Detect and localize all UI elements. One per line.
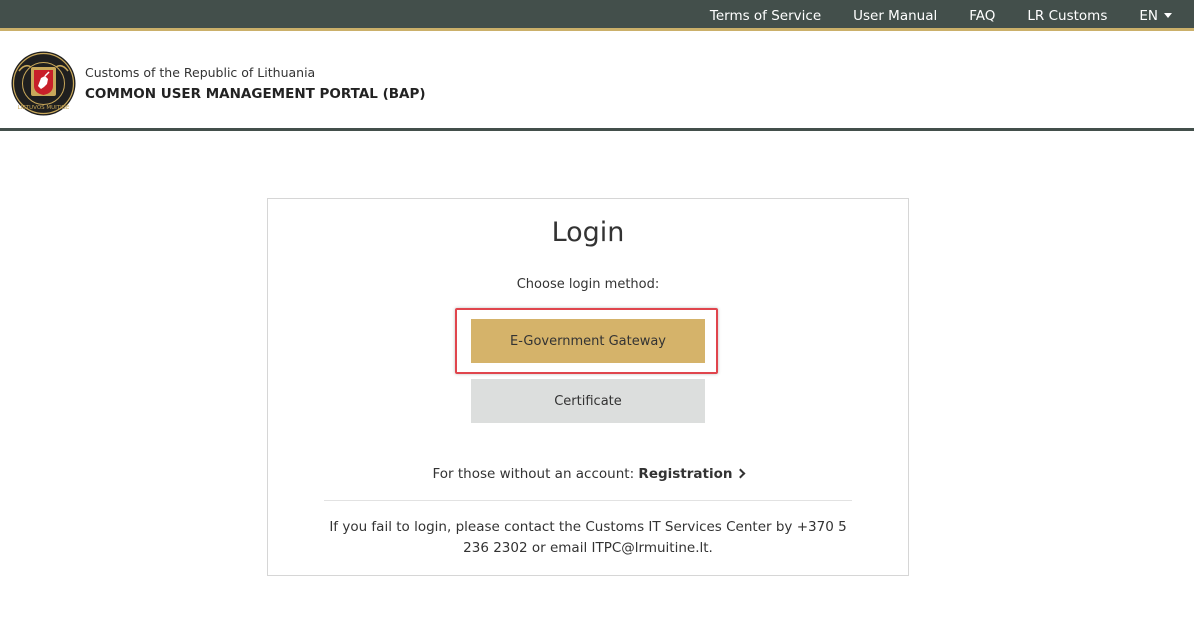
terms-of-service-link[interactable]: Terms of Service [694,8,837,24]
language-label: EN [1139,7,1158,24]
portal-title: COMMON USER MANAGEMENT PORTAL (BAP) [85,86,426,102]
top-nav: Terms of Service User Manual FAQ LR Cust… [694,0,1194,31]
certificate-button[interactable]: Certificate [471,379,705,423]
faq-link[interactable]: FAQ [953,8,1011,24]
egov-gateway-button[interactable]: E-Government Gateway [471,319,705,363]
login-title: Login [551,217,625,248]
top-bar: Terms of Service User Manual FAQ LR Cust… [0,0,1194,31]
site-header: LIETUVOS MUITINĖ Customs of the Republic… [0,34,1194,131]
user-manual-link[interactable]: User Manual [837,8,953,24]
lr-customs-link[interactable]: LR Customs [1011,8,1123,24]
help-text: If you fail to login, please contact the… [329,519,847,556]
divider [324,500,852,501]
chevron-right-icon [735,468,745,479]
customs-logo[interactable]: LIETUVOS MUITINĖ [11,51,76,116]
organization-name: Customs of the Republic of Lithuania [85,65,316,80]
choose-method-label: Choose login method: [516,277,660,292]
no-account-row: For those without an account: Registrati… [268,466,908,482]
no-account-text: For those without an account: [432,466,639,482]
caret-down-icon [1164,13,1172,18]
logo-text: LIETUVOS MUITINĖ [18,104,70,111]
registration-link[interactable]: Registration [638,466,745,482]
language-dropdown[interactable]: EN [1123,8,1194,24]
login-card: Login Choose login method: E-Government … [267,198,909,576]
registration-label: Registration [638,466,733,482]
